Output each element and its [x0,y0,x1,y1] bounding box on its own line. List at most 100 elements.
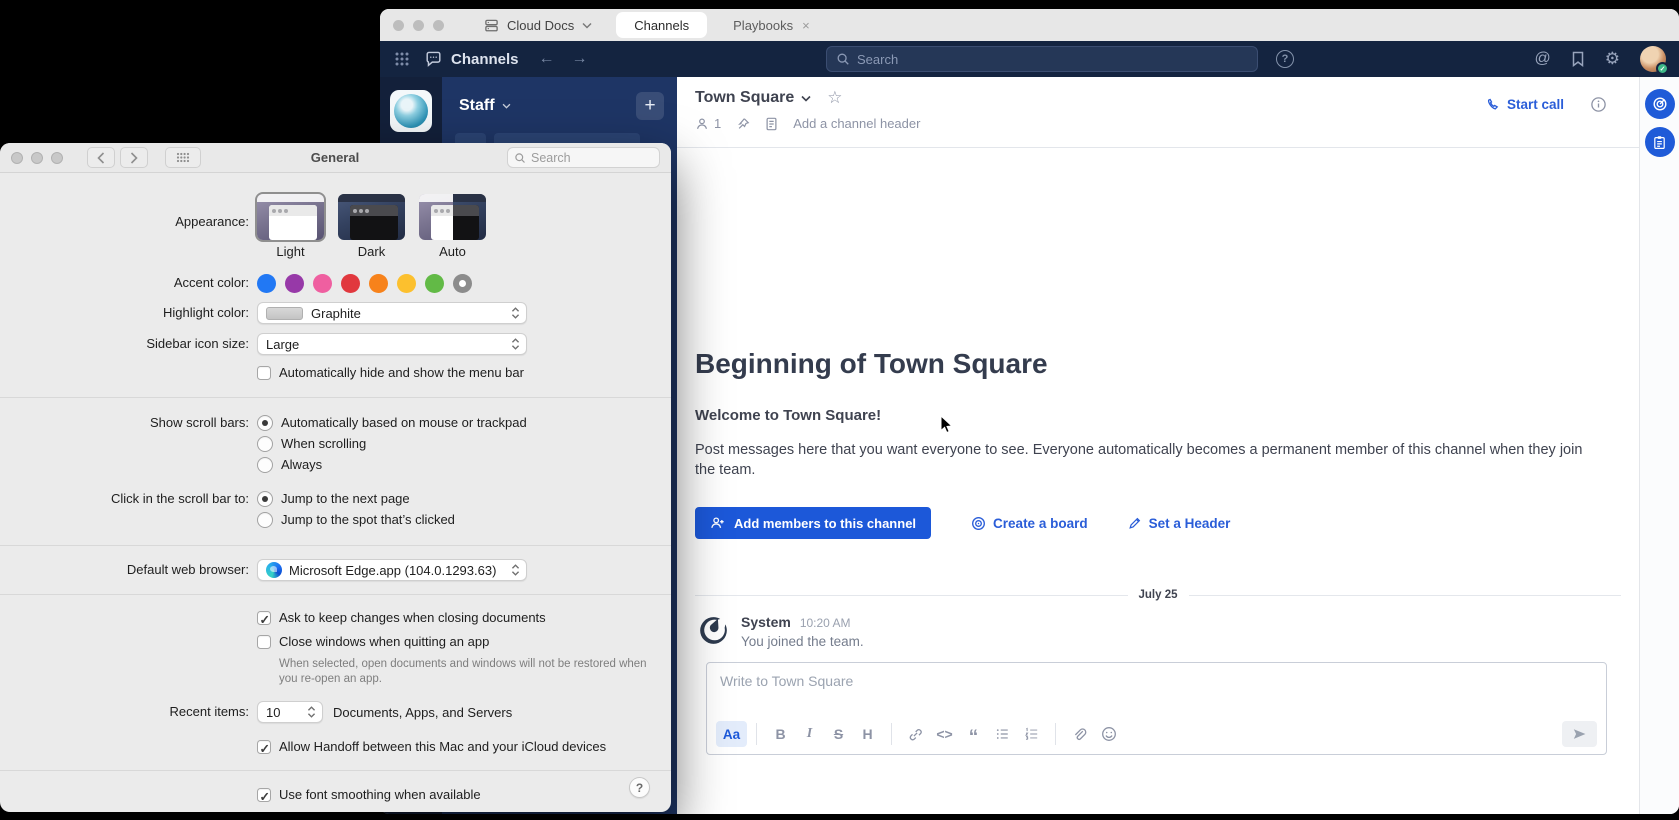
user-avatar[interactable]: ✓ [1640,46,1666,72]
bulleted-list-button[interactable] [988,721,1017,747]
radio-scrollbars-always[interactable]: Always [257,455,527,475]
close-tab-icon[interactable]: × [802,18,810,33]
channel-info-icon[interactable] [1590,96,1607,113]
link-button[interactable] [901,721,930,747]
message-author[interactable]: System [741,614,791,630]
global-search[interactable] [826,46,1258,72]
close-window-button[interactable] [11,152,23,164]
radio-jump-next-page[interactable]: Jump to the next page [257,489,455,509]
accent-orange[interactable] [369,274,388,293]
bold-button[interactable]: B [766,721,795,747]
emoji-icon[interactable] [1094,721,1123,747]
appearance-option-dark[interactable]: Dark [338,194,405,259]
mentions-icon[interactable]: @ [1535,50,1551,68]
add-channel-button[interactable]: + [636,92,664,120]
radio-scrollbars-when-scrolling[interactable]: When scrolling [257,434,527,454]
prefs-search[interactable] [507,147,660,168]
radio[interactable] [257,457,273,473]
radio[interactable] [257,512,273,528]
back-button[interactable] [87,147,115,168]
radio[interactable] [257,491,273,507]
checkbox[interactable] [257,740,271,754]
prefs-search-input[interactable] [531,151,653,165]
auto-appearance-thumbnail[interactable] [419,194,486,240]
forward-arrow-icon[interactable]: → [572,50,588,68]
accent-blue[interactable] [257,274,276,293]
minimize-window-button[interactable] [31,152,43,164]
send-message-button[interactable] [1562,721,1597,747]
channel-files-icon[interactable] [765,117,778,131]
show-all-grid-icon[interactable] [165,147,201,168]
favorite-star-icon[interactable]: ☆ [827,88,842,108]
channel-name[interactable]: Town Square [695,89,794,107]
start-call-button[interactable]: Start call [1486,97,1564,112]
saved-posts-icon[interactable] [1571,51,1585,67]
accent-pink[interactable] [313,274,332,293]
sidebar-icon-size-dropdown[interactable]: Large [257,333,527,355]
dark-appearance-thumbnail[interactable] [338,194,405,240]
team-menu[interactable]: Staff [459,97,511,115]
message-timestamp: 10:20 AM [800,616,851,630]
search-input[interactable] [857,52,1248,67]
accent-red[interactable] [341,274,360,293]
ask-keep-changes-checkbox[interactable]: Ask to keep changes when closing documen… [257,608,546,628]
recent-items-dropdown[interactable]: 10 [257,701,323,723]
settings-gear-icon[interactable]: ⚙ [1605,49,1620,69]
highlight-color-dropdown[interactable]: Graphite [257,302,527,324]
numbered-list-button[interactable] [1017,721,1046,747]
code-button[interactable]: <> [930,721,959,747]
playbooks-app-icon[interactable] [1645,127,1675,157]
back-arrow-icon[interactable]: ← [539,50,555,68]
chevron-down-icon[interactable] [801,95,811,102]
heading-button[interactable]: H [853,721,882,747]
strikethrough-button[interactable]: S [824,721,853,747]
checkbox[interactable] [257,635,271,649]
minimize-window-button[interactable] [413,20,424,31]
server-switcher[interactable]: Cloud Docs [484,18,592,33]
radio-jump-to-spot[interactable]: Jump to the spot that’s clicked [257,510,455,530]
close-windows-checkbox[interactable]: Close windows when quitting an app [257,632,489,652]
accent-green[interactable] [425,274,444,293]
boards-app-icon[interactable] [1645,89,1675,119]
light-appearance-thumbnail[interactable] [257,194,324,240]
message-input[interactable] [720,673,1593,689]
product-switcher-grid-icon[interactable] [394,51,410,67]
team-icon-staff[interactable] [390,90,432,132]
date-label[interactable]: July 25 [1128,589,1189,601]
accent-yellow[interactable] [397,274,416,293]
tab-playbooks[interactable]: Playbooks × [733,18,810,33]
hide-menu-bar-checkbox[interactable]: Automatically hide and show the menu bar [257,363,524,383]
checkbox[interactable] [257,611,271,625]
help-icon[interactable]: ? [1276,50,1294,68]
attachment-paperclip-icon[interactable] [1065,721,1094,747]
forward-button[interactable] [120,147,148,168]
close-window-button[interactable] [393,20,404,31]
italic-button[interactable]: I [795,721,824,747]
radio[interactable] [257,415,273,431]
zoom-window-button[interactable] [51,152,63,164]
zoom-window-button[interactable] [433,20,444,31]
pinned-posts-icon[interactable] [736,117,750,131]
show-formatting-button[interactable]: Aa [716,721,747,747]
create-board-button[interactable]: Create a board [971,516,1088,531]
add-channel-header-link[interactable]: Add a channel header [793,116,920,131]
help-question-button[interactable]: ? [629,777,650,798]
tab-channels[interactable]: Channels [616,12,707,38]
channel-members[interactable]: 1 [695,116,721,131]
radio-scrollbars-auto[interactable]: Automatically based on mouse or trackpad [257,413,527,433]
scroll-click-label: Click in the scroll bar to: [0,489,249,509]
handoff-checkbox[interactable]: Allow Handoff between this Mac and your … [257,737,606,757]
set-header-button[interactable]: Set a Header [1128,516,1231,531]
appearance-option-auto[interactable]: Auto [419,194,486,259]
add-members-button[interactable]: Add members to this channel [695,507,931,539]
font-smoothing-checkbox[interactable]: Use font smoothing when available [257,785,481,805]
quote-button[interactable]: “ [959,721,988,747]
appearance-option-light[interactable]: Light [257,194,324,259]
accent-purple[interactable] [285,274,304,293]
checkbox[interactable] [257,788,271,802]
radio[interactable] [257,436,273,452]
close-windows-note: When selected, open documents and window… [279,657,655,687]
accent-graphite-selected[interactable] [453,274,472,293]
checkbox[interactable] [257,366,271,380]
default-browser-dropdown[interactable]: Microsoft Edge.app (104.0.1293.63) [257,559,527,581]
